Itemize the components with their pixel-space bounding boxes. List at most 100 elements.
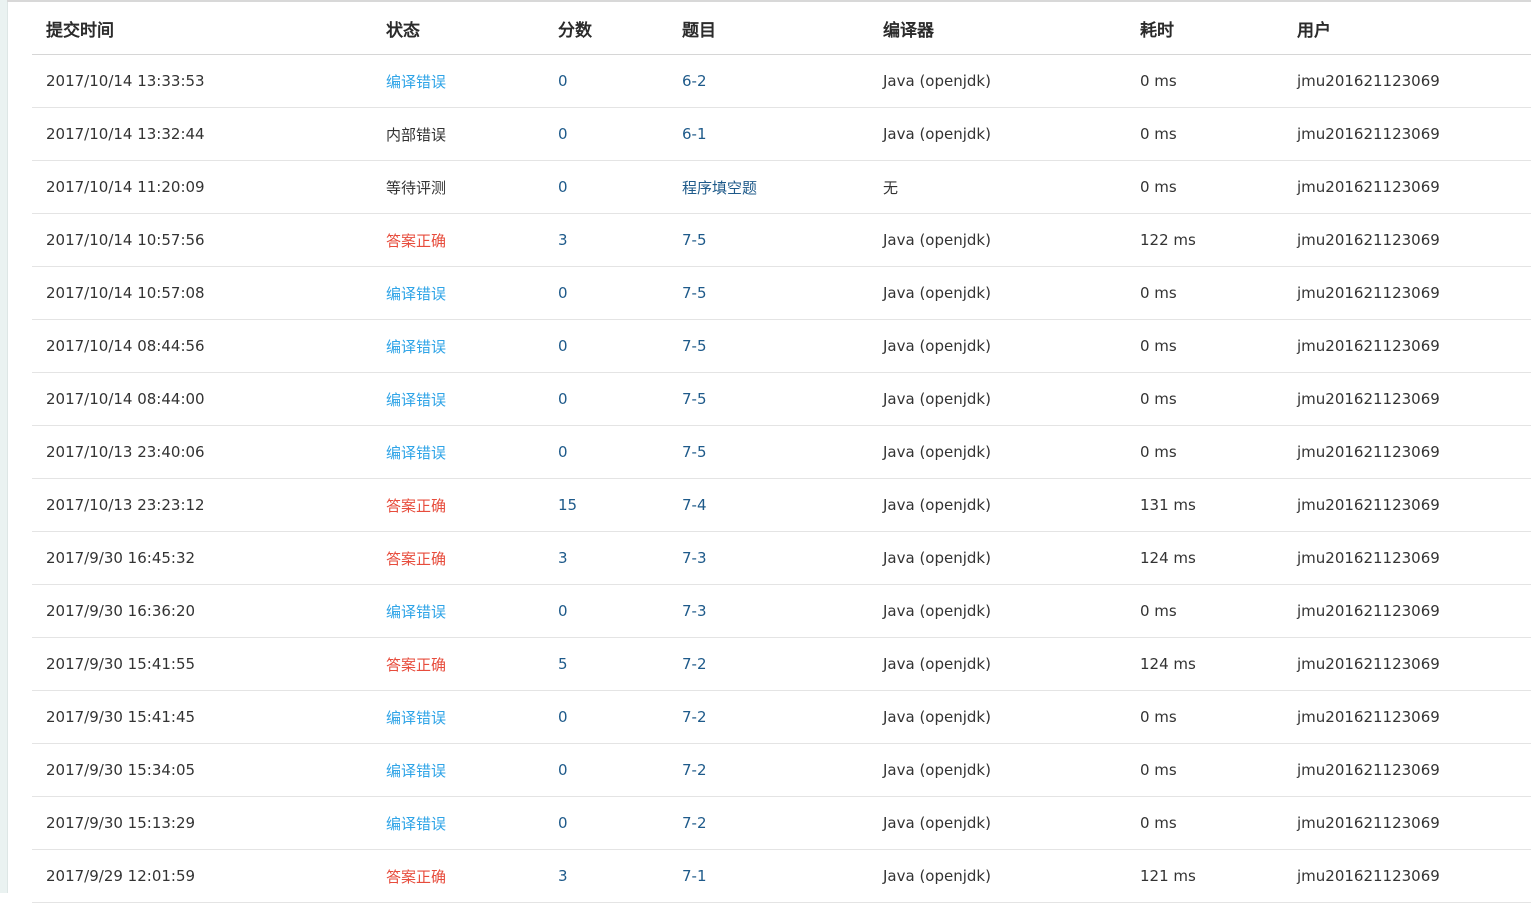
time-cost-cell: 0 ms (1126, 796, 1283, 850)
user-cell: jmu201621123069 (1283, 796, 1531, 850)
time-cost-cell: 0 ms (1126, 54, 1283, 108)
table-header: 提交时间 状态 分数 题目 编译器 耗时 用户 (32, 2, 1531, 55)
score-cell: 5 (544, 637, 668, 691)
time-cost-cell: 0 ms (1126, 372, 1283, 426)
score-cell: 0 (544, 584, 668, 638)
time-cost-cell: 0 ms (1126, 319, 1283, 373)
status-link[interactable]: 编译错误 (372, 425, 544, 479)
user-cell: jmu201621123069 (1283, 107, 1531, 161)
time-cost-cell: 124 ms (1126, 637, 1283, 691)
time-cost-cell: 122 ms (1126, 213, 1283, 267)
status-link[interactable]: 编译错误 (372, 372, 544, 426)
table-row: 2017/10/13 23:40:06 编译错误 0 7-5 Java (openjdk… (32, 425, 1531, 479)
time-cost-cell: 0 ms (1126, 425, 1283, 479)
compiler-cell: Java (openjdk) (869, 319, 1126, 373)
submit-time-cell: 2017/9/29 12:01:59 (32, 849, 372, 903)
status-link[interactable]: 编译错误 (372, 266, 544, 320)
compiler-cell: Java (openjdk) (869, 743, 1126, 797)
status-link[interactable]: 编译错误 (372, 796, 544, 850)
submit-time-cell: 2017/9/30 15:13:29 (32, 796, 372, 850)
status-link[interactable]: 编译错误 (372, 54, 544, 108)
compiler-cell: Java (openjdk) (869, 372, 1126, 426)
table-row: 2017/10/14 10:57:08 编译错误 0 7-5 Java (openjdk… (32, 266, 1531, 320)
table-row: 2017/10/14 13:32:44 内部错误 0 6-1 Java (openjdk… (32, 107, 1531, 161)
submit-time-cell: 2017/9/30 15:41:45 (32, 690, 372, 744)
submit-time-cell: 2017/10/14 10:57:08 (32, 266, 372, 320)
problem-link[interactable]: 7-2 (668, 796, 869, 850)
problem-link[interactable]: 7-4 (668, 478, 869, 532)
time-cost-cell: 0 ms (1126, 584, 1283, 638)
table-row: 2017/9/30 16:36:20 编译错误 0 7-3 Java (openjdk)… (32, 584, 1531, 638)
status-link[interactable]: 编译错误 (372, 584, 544, 638)
table-row: 2017/10/13 23:23:12 答案正确 15 7-4 Java (openjd… (32, 478, 1531, 532)
score-cell: 3 (544, 531, 668, 585)
submit-time-cell: 2017/9/30 15:34:05 (32, 743, 372, 797)
score-cell: 0 (544, 796, 668, 850)
user-cell: jmu201621123069 (1283, 425, 1531, 479)
status-link[interactable]: 答案正确 (372, 213, 544, 267)
problem-link[interactable]: 6-1 (668, 107, 869, 161)
submit-time-cell: 2017/10/14 13:32:44 (32, 107, 372, 161)
score-cell: 0 (544, 107, 668, 161)
time-cost-cell: 131 ms (1126, 478, 1283, 532)
user-cell: jmu201621123069 (1283, 319, 1531, 373)
problem-link[interactable]: 7-3 (668, 584, 869, 638)
score-cell: 0 (544, 266, 668, 320)
table-row: 2017/9/29 12:01:59 答案正确 3 7-1 Java (openjdk)… (32, 849, 1531, 903)
compiler-cell: Java (openjdk) (869, 266, 1126, 320)
submit-time-cell: 2017/10/13 23:40:06 (32, 425, 372, 479)
header-problem: 题目 (668, 2, 869, 55)
user-cell: jmu201621123069 (1283, 531, 1531, 585)
score-cell: 3 (544, 213, 668, 267)
header-user: 用户 (1283, 2, 1531, 55)
compiler-cell: Java (openjdk) (869, 54, 1126, 108)
submit-time-cell: 2017/9/30 16:45:32 (32, 531, 372, 585)
problem-link[interactable]: 7-2 (668, 637, 869, 691)
problem-link[interactable]: 6-2 (668, 54, 869, 108)
compiler-cell: Java (openjdk) (869, 690, 1126, 744)
problem-link[interactable]: 7-5 (668, 372, 869, 426)
status-link[interactable]: 答案正确 (372, 531, 544, 585)
table-row: 2017/10/14 10:57:56 答案正确 3 7-5 Java (openjdk… (32, 213, 1531, 267)
problem-link[interactable]: 7-5 (668, 213, 869, 267)
time-cost-cell: 0 ms (1126, 266, 1283, 320)
score-cell: 0 (544, 372, 668, 426)
table-row: 2017/9/30 15:41:45 编译错误 0 7-2 Java (openjdk)… (32, 690, 1531, 744)
header-time-cost: 耗时 (1126, 2, 1283, 55)
submissions-table: 提交时间 状态 分数 题目 编译器 耗时 用户 2017/10/14 13:33… (32, 2, 1531, 903)
problem-link[interactable]: 7-2 (668, 690, 869, 744)
score-cell: 15 (544, 478, 668, 532)
compiler-cell: Java (openjdk) (869, 637, 1126, 691)
user-cell: jmu201621123069 (1283, 478, 1531, 532)
status-link[interactable]: 编译错误 (372, 319, 544, 373)
table-row: 2017/10/14 11:20:09 等待评测 0 程序填空题无 0 ms jmu201… (32, 160, 1531, 214)
table-row: 2017/9/30 15:41:55 答案正确 5 7-2 Java (openjdk)… (32, 637, 1531, 691)
problem-link[interactable]: 7-5 (668, 266, 869, 320)
header-submit-time: 提交时间 (32, 2, 372, 55)
user-cell: jmu201621123069 (1283, 849, 1531, 903)
problem-link[interactable]: 7-5 (668, 425, 869, 479)
problem-link[interactable]: 程序填空题 (668, 160, 869, 214)
submissions-table-container: 提交时间 状态 分数 题目 编译器 耗时 用户 2017/10/14 13:33… (32, 2, 1531, 903)
submit-time-cell: 2017/10/14 08:44:56 (32, 319, 372, 373)
problem-link[interactable]: 7-2 (668, 743, 869, 797)
status-link[interactable]: 答案正确 (372, 849, 544, 903)
time-cost-cell: 0 ms (1126, 107, 1283, 161)
table-row: 2017/9/30 15:34:05 编译错误 0 7-2 Java (openjdk)… (32, 743, 1531, 797)
compiler-cell: Java (openjdk) (869, 584, 1126, 638)
header-score: 分数 (544, 2, 668, 55)
status-link: 等待评测 (372, 160, 544, 214)
table-row: 2017/9/30 15:13:29 编译错误 0 7-2 Java (openjdk)… (32, 796, 1531, 850)
status-link: 内部错误 (372, 107, 544, 161)
user-cell: jmu201621123069 (1283, 372, 1531, 426)
table-body: 2017/10/14 13:33:53 编译错误 0 6-2 Java (openjdk… (32, 54, 1531, 903)
submit-time-cell: 2017/10/14 13:33:53 (32, 54, 372, 108)
problem-link[interactable]: 7-1 (668, 849, 869, 903)
problem-link[interactable]: 7-5 (668, 319, 869, 373)
status-link[interactable]: 答案正确 (372, 637, 544, 691)
status-link[interactable]: 答案正确 (372, 478, 544, 532)
table-row: 2017/10/14 08:44:00 编译错误 0 7-5 Java (openjdk… (32, 372, 1531, 426)
status-link[interactable]: 编译错误 (372, 690, 544, 744)
status-link[interactable]: 编译错误 (372, 743, 544, 797)
problem-link[interactable]: 7-3 (668, 531, 869, 585)
